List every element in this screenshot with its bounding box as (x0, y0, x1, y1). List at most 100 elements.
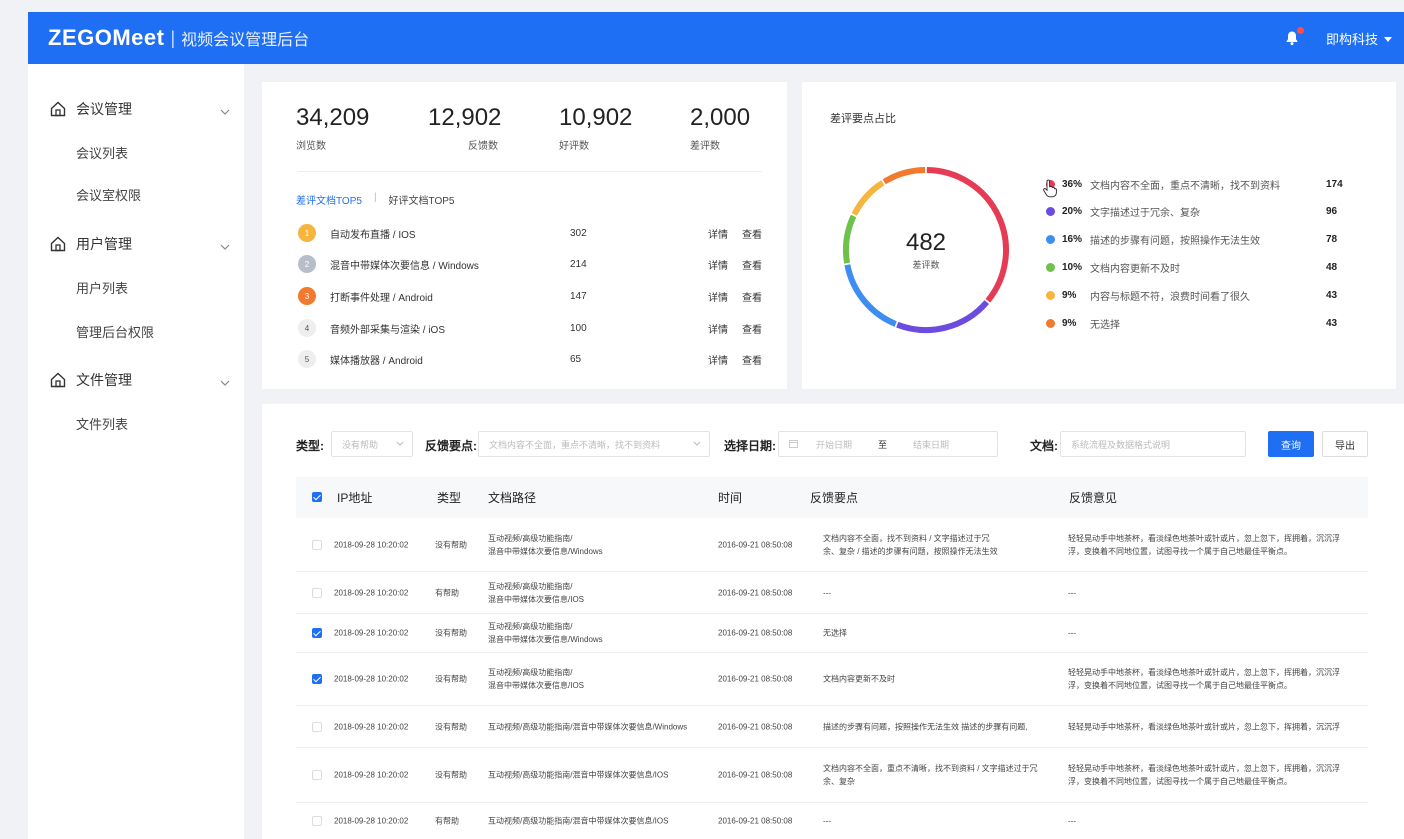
sidebar-item-file-list[interactable]: 文件列表 (76, 414, 128, 433)
doc-name: 媒体播放器 / Android (330, 355, 423, 367)
donut-slice[interactable] (896, 300, 990, 333)
row-checkbox[interactable] (312, 770, 322, 780)
sidebar-group-files[interactable]: 文件管理 (50, 368, 230, 392)
view-link[interactable]: 查看 (742, 289, 762, 304)
table-row[interactable]: 2018-09-28 10:20:02 没有帮助 互动视频/高级功能指南/混音中… (296, 518, 1368, 572)
table-row[interactable]: 2018-09-28 10:20:02 有帮助 互动视频/高级功能指南/混音中带… (296, 572, 1368, 614)
col-point[interactable]: 反馈要点 (810, 489, 858, 506)
sidebar-group-label: 用户管理 (76, 236, 132, 252)
cell-path[interactable]: 互动视频/高级功能指南/混音中带媒体次要信息/IOS (488, 580, 584, 606)
col-ip[interactable]: IP地址 (337, 489, 372, 506)
table-row[interactable]: 2018-09-28 10:20:02 没有帮助 互动视频/高级功能指南/混音中… (296, 653, 1368, 706)
sidebar-item-user-list[interactable]: 用户列表 (76, 278, 128, 297)
legend-dot (1046, 290, 1055, 300)
table-row[interactable]: 2018-09-28 10:20:02 有帮助 互动视频/高级功能指南/混音中带… (296, 803, 1368, 839)
start-date-placeholder[interactable]: 开始日期 (816, 438, 852, 451)
col-type[interactable]: 类型 (437, 489, 461, 506)
view-link[interactable]: 查看 (742, 321, 762, 336)
cell-path[interactable]: 互动视频/高级功能指南/混音中带媒体次要信息/IOS (488, 769, 668, 782)
doc-input[interactable]: 系统流程及数据格式说明 (1060, 431, 1246, 457)
legend-dot (1046, 262, 1055, 272)
cell-path[interactable]: 互动视频/高级功能指南/混音中带媒体次要信息/Windows (488, 532, 603, 558)
detail-link[interactable]: 详情 (708, 352, 728, 367)
detail-link[interactable]: 详情 (708, 321, 728, 336)
date-range-picker[interactable]: 开始日期 至 结束日期 (778, 431, 998, 457)
cell-type: 没有帮助 (435, 674, 467, 684)
col-time[interactable]: 时间 (718, 489, 742, 506)
donut-slice[interactable] (882, 167, 926, 185)
legend-item[interactable]: 10% 文档内容更新不及时 48 (1046, 259, 1346, 275)
point-select-value: 文档内容不全面，重点不清晰，找不到资料 (489, 439, 661, 450)
cell-opinion: 轻轻晃动手中地茶杯，看淡绿色地茶叶或针或片，忽上忽下，挥拥着，沉沉浮 浮，变换着不… (1068, 668, 1340, 690)
doc-name: 自动发布直播 / IOS (330, 229, 416, 241)
detail-link[interactable]: 详情 (708, 289, 728, 304)
detail-link[interactable]: 详情 (708, 257, 728, 272)
select-all-checkbox[interactable] (312, 492, 322, 502)
donut-slice[interactable] (843, 214, 857, 264)
legend-item[interactable]: 20% 文字描述过于冗余、复杂 96 (1046, 203, 1346, 219)
cell-path[interactable]: 互动视频/高级功能指南/混音中带媒体次要信息/IOS (488, 815, 668, 828)
legend-label: 内容与标题不符，浪费时间看了很久 (1090, 291, 1250, 303)
cell-type: 没有帮助 (435, 628, 467, 638)
end-date-placeholder[interactable]: 结束日期 (913, 438, 949, 451)
doc-count: 147 (570, 290, 587, 302)
export-button[interactable]: 导出 (1322, 431, 1368, 457)
row-checkbox[interactable] (312, 816, 322, 826)
legend-label: 文档内容不全面，重点不清晰，找不到资料 (1090, 180, 1280, 192)
top-doc-row: 5 媒体播放器 / Android 65 详情 查看 (298, 348, 768, 370)
tab-good-top5[interactable]: 好评文档TOP5 (389, 192, 455, 207)
legend-item[interactable]: 16% 描述的步骤有问题，按照操作无法生效 78 (1046, 231, 1346, 247)
chevron-down-icon (220, 237, 230, 253)
donut-slice[interactable] (844, 264, 897, 327)
donut-total: 482 (906, 229, 946, 256)
view-link[interactable]: 查看 (742, 257, 762, 272)
legend-count: 96 (1326, 205, 1338, 217)
cell-path[interactable]: 互动视频/高级功能指南/混音中带媒体次要信息/IOS (488, 666, 584, 692)
table-row[interactable]: 2018-09-28 10:20:02 没有帮助 互动视频/高级功能指南/混音中… (296, 614, 1368, 653)
legend-percent: 9% (1062, 317, 1077, 329)
legend-item[interactable]: 9% 无选择 43 (1046, 315, 1346, 331)
cell-time: 2016-09-21 08:50:08 (718, 816, 793, 826)
col-opinion[interactable]: 反馈意见 (1069, 489, 1117, 506)
tab-bad-top5[interactable]: 差评文档TOP5 (296, 192, 362, 207)
cell-point: 文档内容不全面，重点不清晰，找不到资料 / 文字描述过于冗 余、复杂 (823, 764, 1038, 786)
brand-logo: ZEGOMeet (48, 25, 165, 50)
row-checkbox[interactable] (312, 588, 322, 598)
detail-link[interactable]: 详情 (708, 226, 728, 241)
col-path[interactable]: 文档路径 (488, 489, 536, 506)
type-select[interactable]: 没有帮助 (331, 431, 413, 457)
cell-opinion: --- (1068, 816, 1076, 826)
cell-time: 2016-09-21 08:50:08 (718, 588, 793, 597)
legend-item[interactable]: 36% 文档内容不全面，重点不清晰，找不到资料 174 (1046, 176, 1346, 192)
table-row[interactable]: 2018-09-28 10:20:02 没有帮助 互动视频/高级功能指南/混音中… (296, 706, 1368, 748)
user-menu[interactable]: 即构科技 (1326, 29, 1392, 48)
cell-ip: 2018-09-28 10:20:02 (334, 540, 409, 549)
home-icon (50, 236, 66, 252)
bell-icon[interactable] (1284, 27, 1304, 46)
donut-slice[interactable] (851, 180, 885, 216)
stats-panel: 34,209 浏览数 12,902 反馈数 10,902 好评数 2,000 差… (262, 82, 787, 389)
row-checkbox[interactable] (312, 674, 322, 684)
sidebar-group-meetings[interactable]: 会议管理 (50, 97, 230, 121)
legend-dot (1046, 234, 1055, 244)
sidebar-item-admin-permissions[interactable]: 管理后台权限 (76, 322, 154, 341)
date-to: 至 (878, 439, 888, 450)
cell-path[interactable]: 互动视频/高级功能指南/混音中带媒体次要信息/Windows (488, 620, 603, 646)
row-checkbox[interactable] (312, 628, 322, 638)
doc-count: 100 (570, 322, 587, 334)
rank-badge: 1 (298, 224, 316, 242)
legend-item[interactable]: 9% 内容与标题不符，浪费时间看了很久 43 (1046, 287, 1346, 303)
point-select[interactable]: 文档内容不全面，重点不清晰，找不到资料 (478, 431, 710, 457)
sidebar-item-room-permissions[interactable]: 会议室权限 (76, 185, 141, 204)
row-checkbox[interactable] (312, 540, 322, 550)
query-button[interactable]: 查询 (1268, 431, 1314, 457)
cell-path[interactable]: 互动视频/高级功能指南/混音中带媒体次要信息/Windows (488, 720, 687, 733)
table-row[interactable]: 2018-09-28 10:20:02 没有帮助 互动视频/高级功能指南/混音中… (296, 748, 1368, 803)
legend-label: 文字描述过于冗余、复杂 (1090, 207, 1200, 219)
sidebar-group-users[interactable]: 用户管理 (50, 232, 230, 256)
sidebar-item-meeting-list[interactable]: 会议列表 (76, 143, 128, 162)
view-link[interactable]: 查看 (742, 352, 762, 367)
cell-ip: 2018-09-28 10:20:02 (334, 816, 409, 826)
view-link[interactable]: 查看 (742, 226, 762, 241)
row-checkbox[interactable] (312, 722, 322, 732)
